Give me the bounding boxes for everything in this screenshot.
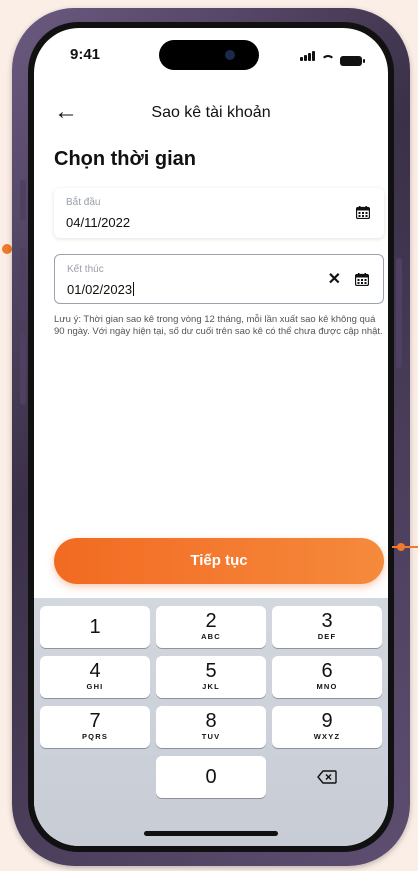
start-date-value: 04/11/2022 [66,215,131,230]
annotation-dot-right [397,543,405,551]
calendar-icon[interactable] [356,206,370,219]
backspace-icon [317,770,337,784]
key-9[interactable]: 9 WXYZ [272,706,382,748]
header: ← Sao kê tài khoản [34,98,388,128]
end-date-label: Kết thúc [67,264,104,275]
text-caret [133,282,135,296]
home-indicator [144,831,278,836]
wifi-icon [321,55,335,66]
status-time: 9:41 [70,46,101,63]
volume-down-button [20,333,26,405]
start-date-label: Bắt đầu [66,197,101,208]
signal-icon [300,48,316,66]
end-date-field[interactable]: Kết thúc 01/02/2023 ✕ [54,254,384,304]
section-title: Chọn thời gian [54,148,196,170]
end-date-text: 01/02/2023 [67,282,133,297]
mute-switch [20,180,26,220]
continue-button[interactable]: Tiếp tục [54,538,384,584]
power-button [396,258,402,368]
close-icon[interactable]: ✕ [328,269,341,289]
phone-frame: 9:41 ← Sao kê tài khoản Chọn thời gian B… [12,8,410,866]
annotation-line [392,546,418,548]
annotation-dot-left [2,244,12,254]
status-icons [300,48,365,66]
key-2[interactable]: 2 ABC [156,606,266,648]
dynamic-island [159,40,259,70]
camera-icon [225,50,235,60]
end-date-value: 01/02/2023 [67,282,135,297]
numeric-keypad: 1 2 ABC 3 DEF 4 GHI 5 JKL 6 MNO 7 PQRS 8 TUV 9W… [34,598,388,846]
key-8[interactable]: 8 TUV [156,706,266,748]
page-title: Sao kê tài khoản [151,104,271,121]
screen: 9:41 ← Sao kê tài khoản Chọn thời gian B… [34,28,388,846]
key-6[interactable]: 6 MNO [272,656,382,698]
key-4[interactable]: 4 GHI [40,656,150,698]
key-5[interactable]: 5 JKL [156,656,266,698]
key-1[interactable]: 1 [40,606,150,648]
delete-key[interactable] [272,756,382,798]
status-bar: 9:41 [34,28,388,78]
start-date-field[interactable]: Bắt đầu 04/11/2022 [54,188,384,238]
battery-icon [340,56,365,66]
phone-bezel: 9:41 ← Sao kê tài khoản Chọn thời gian B… [28,22,394,852]
key-0[interactable]: 0 [156,756,266,798]
volume-up-button [20,248,26,320]
calendar-icon[interactable] [355,273,369,286]
key-3[interactable]: 3 DEF [272,606,382,648]
key-7[interactable]: 7 PQRS [40,706,150,748]
statement-note: Lưu ý: Thời gian sao kê trong vòng 12 th… [54,314,383,337]
